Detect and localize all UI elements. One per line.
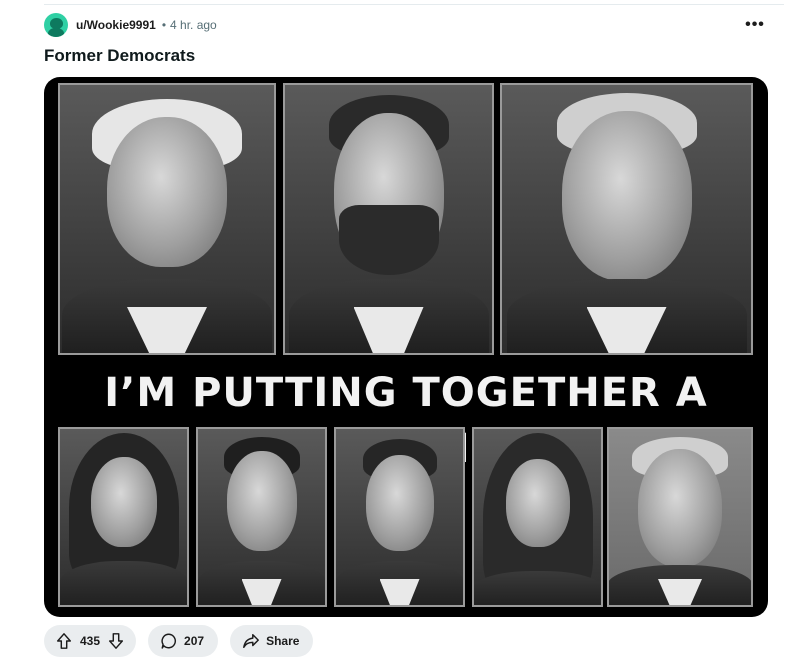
comment-count: 207 [184,634,205,648]
photo-top-3 [500,83,753,355]
photo-bottom-1 [58,427,189,607]
photo-bottom-5 [607,427,753,607]
share-label: Share [266,634,300,648]
comments-button[interactable]: 207 [148,625,219,657]
share-button[interactable]: Share [230,625,314,657]
photo-top-2 [283,83,494,355]
ellipsis-icon[interactable]: ••• [741,12,769,38]
author-link[interactable]: u/Wookie9991 [76,18,156,32]
snoo-body [48,28,64,37]
photo-bottom-2 [196,427,327,607]
avatar[interactable] [44,13,68,37]
action-bar: 435 207 Share [44,625,314,657]
post-title[interactable]: Former Democrats [44,46,195,66]
arrow-up-icon[interactable] [52,629,76,653]
photo-bottom-4 [472,427,603,607]
share-arrow-icon [242,632,260,650]
post-header: u/Wookie9991 • 4 hr. ago ••• [44,12,769,38]
vote-pill: 435 [44,625,137,657]
speech-bubble-icon [160,632,178,650]
arrow-down-icon[interactable] [104,629,128,653]
top-divider [44,4,784,5]
post-timestamp: 4 hr. ago [170,18,217,32]
vote-count: 435 [80,634,101,648]
photo-top-1 [58,83,276,355]
post-image[interactable]: I’M PUTTING TOGETHER A TEAM [44,77,768,617]
meta-separator: • [161,18,167,32]
photo-bottom-3 [334,427,465,607]
